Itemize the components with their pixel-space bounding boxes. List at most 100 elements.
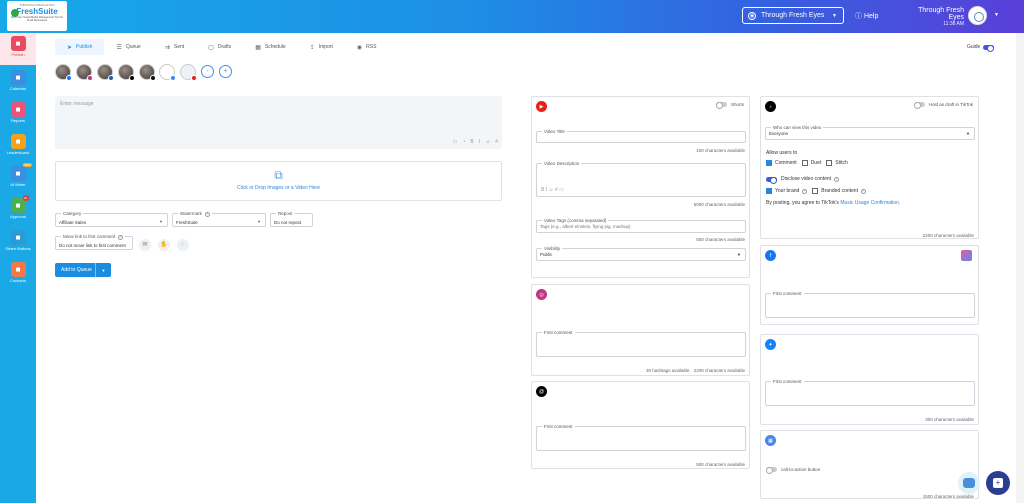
sidebar-item-leaderboard[interactable]: ■ Leaderboard [0, 131, 36, 163]
sidebar-item-approval[interactable]: ■ 22 Approval [0, 195, 36, 227]
whatsapp-icon[interactable]: ◌ [177, 239, 189, 251]
trophy-icon: ■ [10, 134, 26, 149]
tab-rss[interactable]: ◉ RSS [345, 39, 389, 55]
video-title-input[interactable]: Video Title [536, 129, 746, 143]
threads-chars-available: 500 characters available [696, 462, 745, 467]
guide-switch[interactable] [983, 44, 995, 52]
help-link[interactable]: ⓘ Help [855, 11, 878, 21]
instagram-first-comment[interactable]: First comment [536, 330, 746, 357]
who-can-view-select[interactable]: Who can view this video Everyone ▼ [765, 125, 975, 140]
user-avatar[interactable] [968, 6, 987, 25]
mail-icon[interactable]: ✉ [139, 239, 151, 251]
sidebar-badge: 22 [22, 195, 29, 201]
video-tags-input[interactable]: Video Tags (comma separated) Tags (e.g.,… [536, 218, 746, 233]
disclose-switch[interactable] [766, 176, 777, 184]
watermark-value: FreshSuite [176, 220, 198, 225]
visibility-select[interactable]: Visibility Public ▼ [536, 246, 746, 261]
facebook-first-comment[interactable]: First comment [765, 291, 975, 318]
shorts-switch[interactable] [715, 102, 727, 109]
chatbot-icon[interactable] [958, 472, 980, 494]
cta-toggle[interactable]: call-to-action button [766, 467, 820, 474]
sidebar-badge: NEW [22, 163, 32, 167]
add-to-queue-button[interactable]: Add to Queue ▼ [55, 263, 111, 277]
profile-avatar[interactable] [76, 64, 93, 81]
profile-avatar[interactable] [97, 64, 114, 81]
gbp-badge-icon [170, 75, 176, 81]
threads-first-comment[interactable]: First comment [536, 424, 746, 451]
bold-icon[interactable]: B [470, 139, 473, 145]
profile-avatar[interactable] [55, 64, 72, 81]
description-chars-available: 5000 characters available [693, 202, 745, 207]
tiktok-panel: ♪ Hold as draft in TikTok Who can view t… [760, 96, 979, 239]
sidebar-item-contacts[interactable]: ■ Contacts [0, 259, 36, 291]
hold-draft-toggle[interactable]: Hold as draft in TikTok [913, 102, 973, 109]
user-menu-chevron-icon[interactable]: ▼ [994, 12, 999, 18]
bluesky-panel: ✦ First comment 300 characters available [760, 334, 979, 425]
move-link-select[interactable]: Move link to first comment? Do not move … [55, 234, 133, 250]
ai-assist-icon[interactable] [961, 250, 972, 261]
watermark-select[interactable]: Watermark? FreshSuite ▼ [172, 211, 266, 227]
support-icon[interactable]: + [986, 471, 1010, 495]
instagram-icon: ◎ [536, 289, 547, 300]
video-description-input[interactable]: Video Description B I ☺ # ▭ [536, 161, 746, 197]
calendar-icon: ■ [10, 70, 26, 85]
profile-avatar-youtube[interactable] [180, 64, 197, 81]
title-chars-available: 100 characters available [696, 148, 745, 153]
emoji-icon[interactable]: ☺ [485, 139, 490, 145]
tab-drafts[interactable]: ▢ Drafts [196, 39, 243, 55]
tab-import[interactable]: ⇪ Import [298, 39, 345, 55]
rss-icon: ◉ [356, 44, 363, 51]
tab-sent[interactable]: ⇉ Sent [153, 39, 196, 55]
stitch-checkbox[interactable] [826, 160, 833, 166]
italic-icon[interactable]: I [479, 139, 480, 145]
tab-label: RSS [366, 44, 377, 50]
profile-avatar[interactable] [118, 64, 135, 81]
media-dropzone[interactable]: ⧉ Click or Drop Images or a Video Here [55, 161, 502, 201]
linkedin-badge-icon [108, 75, 114, 81]
hold-draft-switch[interactable] [913, 102, 925, 109]
music-usage-link[interactable]: Music Usage Confirmation. [840, 200, 900, 206]
sidebar-item-publish[interactable]: ■ Publish [0, 33, 36, 65]
message-editor[interactable]: Enter message ▭ ◔ B I ☺ # [55, 96, 502, 149]
tab-publish[interactable]: ➤ Publish [55, 39, 105, 55]
branded-content-checkbox[interactable] [812, 188, 819, 194]
repost-select[interactable]: Repost Do not repost [270, 211, 313, 227]
sidebar-item-reports[interactable]: ■ Reports [0, 99, 36, 131]
your-brand-checkbox[interactable] [766, 188, 772, 194]
add-profile-button[interactable]: + [219, 65, 232, 78]
video-tags-label: Video Tags (comma separated) [542, 218, 609, 223]
comment-checkbox[interactable] [766, 160, 772, 166]
tiktok-icon: ♪ [765, 101, 776, 112]
disclose-toggle[interactable]: Disclose video content? [766, 176, 840, 184]
music-agreement: By posting, you agree to TikTok's Music … [766, 200, 900, 206]
media-library-icon[interactable]: ▭ [453, 139, 458, 145]
hashtag-icon[interactable]: # [495, 139, 498, 145]
profile-avatar-gbp[interactable] [159, 64, 176, 81]
bluesky-icon: ✦ [765, 339, 776, 350]
gbp-panel: ▦ call-to-action button 1500 characters … [760, 430, 979, 499]
page-scrollbar[interactable] [1016, 33, 1024, 503]
account-selector[interactable]: ◉ Through Fresh Eyes ▼ [742, 7, 844, 24]
chevron-down-icon: ▼ [966, 131, 970, 136]
hand-icon[interactable]: ✋ [158, 239, 170, 251]
freshsuite-logo[interactable]: THROUGH FRESH EYES FreshSuite All-In-One… [7, 1, 67, 31]
sidebar-item-ai-writer[interactable]: ■ NEW AI Writer [0, 163, 36, 195]
profile-avatar[interactable] [139, 64, 156, 81]
tab-queue[interactable]: ☰ Queue [104, 39, 152, 55]
category-select[interactable]: Category Affiliate Sales ▼ [55, 211, 168, 227]
duet-checkbox[interactable] [801, 160, 808, 166]
tab-schedule[interactable]: ▦ Schedule [243, 39, 298, 55]
hold-draft-label: Hold as draft in TikTok [928, 102, 973, 107]
sidebar-item-calendar[interactable]: ■ Calendar [0, 67, 36, 99]
help-icon: ? [860, 188, 866, 194]
sidebar-item-share-buttons[interactable]: ■ Share Buttons [0, 227, 36, 259]
shorts-toggle[interactable]: Shorts [715, 102, 744, 109]
gif-icon[interactable]: ◔ [462, 139, 465, 145]
remove-profile-button[interactable]: - [201, 65, 214, 78]
cta-switch[interactable] [766, 467, 777, 474]
chevron-down-icon[interactable]: ▼ [96, 268, 111, 273]
bluesky-first-comment[interactable]: First comment [765, 379, 975, 406]
guide-toggle[interactable]: Guide [967, 44, 995, 52]
user-info[interactable]: Through Fresh Eyes 11:38 AM [904, 7, 964, 27]
publish-tabs: ➤ Publish ☰ Queue ⇉ Sent ▢ Drafts ▦ Schedule ⇪ Impo… [55, 39, 388, 55]
